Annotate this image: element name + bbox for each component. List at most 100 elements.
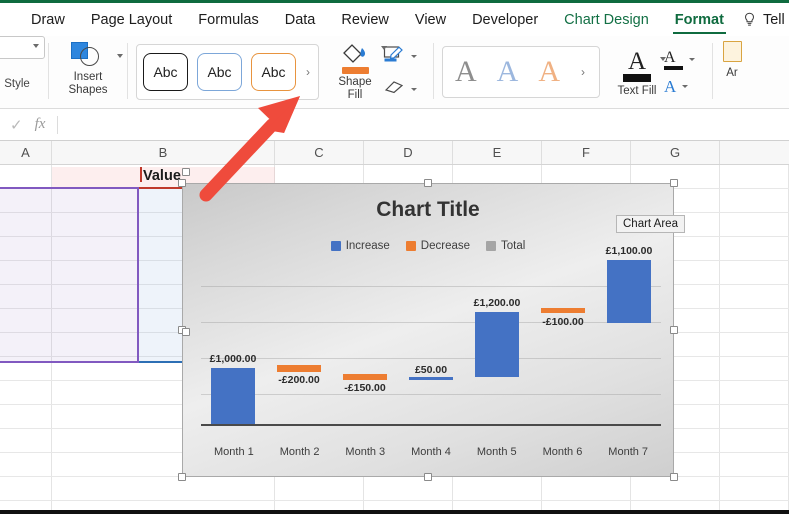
bar-month-5[interactable] [475, 312, 519, 377]
tab-review[interactable]: Review [328, 3, 402, 36]
chart-title[interactable]: Chart Title [183, 198, 673, 222]
shape-outline-button[interactable] [383, 45, 425, 68]
legend-item-total[interactable]: Total [486, 240, 525, 252]
legend-label-decrease: Decrease [420, 240, 471, 252]
legend-item-decrease[interactable]: Decrease [405, 240, 471, 252]
shape-style-black[interactable]: Abc [143, 53, 188, 91]
value-header-label: Value [143, 168, 181, 184]
insert-function-icon[interactable]: fx [35, 116, 58, 133]
tab-label: Data [284, 11, 316, 28]
chart-handle-bottom-center[interactable] [424, 473, 432, 481]
chart-handle-middle-right[interactable] [670, 326, 678, 334]
shape-fill-label: Shape Fill [338, 76, 372, 101]
data-label-month-5: £1,200.00 [473, 297, 521, 309]
bar-month-7[interactable] [607, 260, 651, 323]
legend-swatch-total [486, 241, 497, 251]
tell-me-button[interactable]: Tell me [737, 3, 789, 36]
tab-chart-design[interactable]: Chart Design [551, 3, 662, 36]
tab-page-layout[interactable]: Page Layout [78, 3, 185, 36]
chart-handle-top-left[interactable] [178, 179, 186, 187]
chart-handle-top-center[interactable] [424, 179, 432, 187]
chart-object[interactable]: Chart Title Increase Decrease Total £1,0… [182, 183, 674, 477]
chevron-down-icon[interactable] [381, 46, 387, 50]
circle-shape-icon [80, 47, 99, 66]
column-header-b[interactable]: B [52, 141, 275, 164]
column-header-f[interactable]: F [542, 141, 631, 164]
divider [712, 43, 714, 99]
confirm-check-icon[interactable]: ✓ [0, 116, 35, 134]
chevron-down-icon [33, 44, 39, 48]
column-header-c[interactable]: C [275, 141, 364, 164]
wordart-style-blue[interactable]: A [497, 57, 519, 87]
wordart-style-gray[interactable]: A [455, 57, 477, 87]
insert-shapes-label: Insert Shapes [68, 71, 108, 96]
arrange-label: Ar [726, 67, 738, 79]
text-fill-label: Text Fill [617, 85, 657, 97]
range-handle-bottom[interactable] [182, 328, 190, 336]
bar-month-1[interactable] [211, 368, 255, 424]
tab-format[interactable]: Format [662, 3, 737, 36]
tell-me-label: Tell me [762, 11, 789, 28]
wordart-style-orange[interactable]: A [538, 57, 560, 87]
category-label-month-3: Month 3 [345, 446, 386, 458]
text-caret [140, 167, 142, 182]
chevron-down-icon[interactable] [411, 87, 417, 91]
shape-effects-button[interactable] [383, 79, 425, 100]
data-label-month-6: -£100.00 [542, 316, 584, 328]
shape-fill-button[interactable]: Shape Fill [329, 36, 387, 108]
text-fill-button[interactable]: A Text Fill [612, 47, 667, 97]
chevron-down-icon[interactable] [682, 85, 689, 88]
bar-month-4[interactable] [409, 377, 453, 380]
range-handle-top[interactable] [182, 168, 190, 176]
column-header-g[interactable]: G [631, 141, 720, 164]
chevron-down-icon[interactable] [689, 58, 696, 61]
gridline [201, 394, 661, 395]
chart-handle-top-right[interactable] [670, 179, 678, 187]
tab-draw[interactable]: Draw [18, 3, 78, 36]
data-label-month-7: £1,100.00 [605, 245, 653, 257]
column-header-e[interactable]: E [453, 141, 542, 164]
chart-plot-area[interactable]: £1,000.00 -£200.00 -£150.00 £50.00 £1,20… [201, 245, 661, 458]
tab-view[interactable]: View [402, 3, 459, 36]
legend-swatch-decrease [405, 241, 416, 251]
chart-handle-bottom-right[interactable] [670, 473, 678, 481]
divider [48, 43, 49, 99]
formula-input[interactable] [58, 109, 789, 140]
bar-month-6[interactable] [541, 308, 585, 313]
legend-swatch-increase [330, 241, 341, 251]
tab-label: Draw [31, 11, 65, 28]
tab-data[interactable]: Data [272, 3, 329, 36]
chevron-down-icon[interactable] [117, 54, 123, 58]
wordart-gallery[interactable]: A A A › [442, 46, 601, 98]
shape-style-orange[interactable]: Abc [251, 53, 296, 91]
tab-formulas[interactable]: Formulas [185, 3, 271, 36]
legend-item-increase[interactable]: Increase [330, 240, 390, 252]
ribbon-body: Style Insert Shapes Abc Abc Abc › Shape … [0, 36, 789, 109]
category-axis-labels[interactable]: Month 1 Month 2 Month 3 Month 4 Month 5 … [201, 432, 661, 472]
gallery-more-icon[interactable]: › [580, 65, 587, 79]
text-outline-effects-column: A A [662, 49, 704, 95]
style-group-label: Style [4, 78, 30, 90]
eraser-icon [383, 79, 405, 100]
chart-handle-bottom-left[interactable] [178, 473, 186, 481]
text-outline-button[interactable]: A [664, 49, 704, 70]
category-label-month-5: Month 5 [476, 446, 517, 458]
shape-styles-gallery[interactable]: Abc Abc Abc › [136, 44, 319, 100]
insert-shapes-group[interactable]: Insert Shapes [51, 36, 125, 108]
gallery-more-icon[interactable]: › [305, 65, 312, 79]
style-dropdown[interactable] [0, 36, 45, 59]
column-header-d[interactable]: D [364, 141, 453, 164]
chevron-down-icon[interactable] [411, 54, 417, 58]
wordart-styles-group: A A A › [436, 36, 606, 108]
column-header-a[interactable]: A [0, 141, 52, 164]
chart-area-tooltip: Chart Area [616, 215, 685, 233]
bar-month-3[interactable] [343, 374, 387, 380]
tab-developer[interactable]: Developer [459, 3, 551, 36]
formula-bar: ✓ fx [0, 109, 789, 141]
shapes-icon [68, 41, 108, 67]
bar-month-2[interactable] [277, 365, 321, 372]
tab-label: Chart Design [564, 11, 649, 28]
arrange-group[interactable]: Ar [715, 36, 749, 108]
text-effects-button[interactable]: A [664, 78, 704, 95]
shape-style-blue[interactable]: Abc [197, 53, 242, 91]
